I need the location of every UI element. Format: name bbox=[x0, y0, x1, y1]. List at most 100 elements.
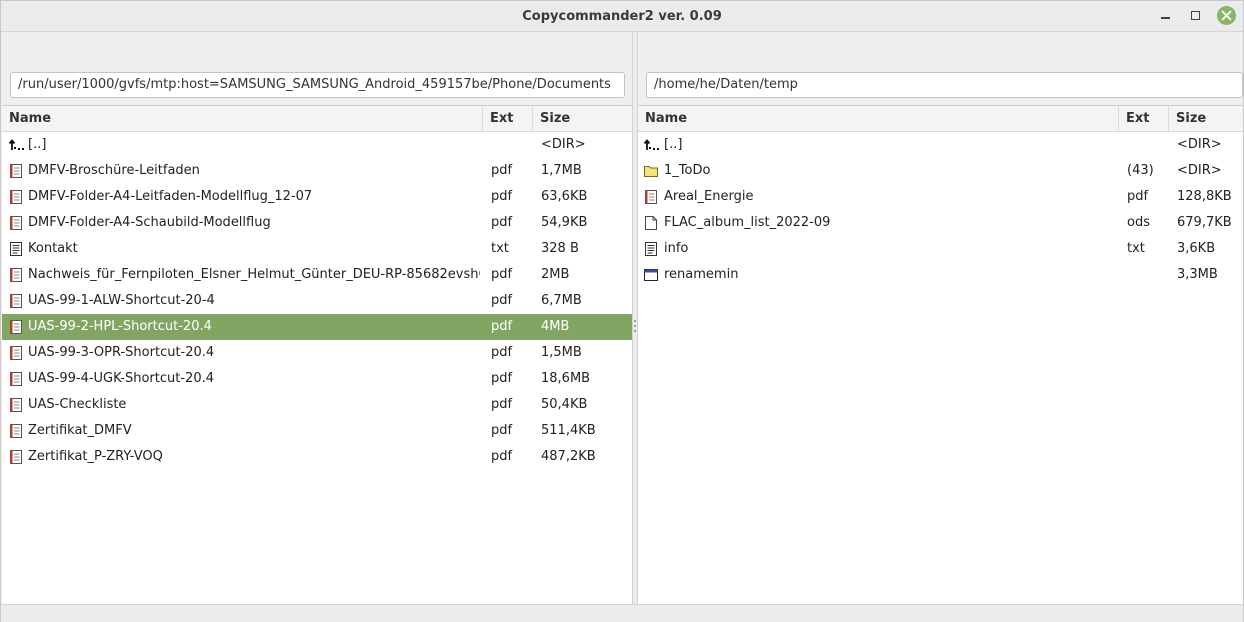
file-name: UAS-99-2-HPL-Shortcut-20.4 bbox=[28, 319, 212, 334]
file-size: 679,7KB bbox=[1177, 215, 1232, 230]
file-ext: pdf bbox=[491, 449, 513, 464]
file-name: UAS-99-1-ALW-Shortcut-20-4 bbox=[28, 293, 215, 308]
file-size: 1,7MB bbox=[541, 163, 582, 178]
file-row[interactable]: Zertifikat_P-ZRY-VOQ pdf 487,2KB bbox=[2, 444, 632, 470]
pdf-file-icon bbox=[8, 397, 24, 413]
file-row[interactable]: DMFV-Folder-A4-Schaubild-Modellflug pdf 54… bbox=[2, 210, 632, 236]
right-rows: [..] <DIR> 1_ToDo (43) <DIR> Areal_Energie pdf… bbox=[638, 132, 1243, 288]
file-ext: pdf bbox=[491, 345, 513, 360]
pdf-file-icon bbox=[643, 189, 659, 205]
file-row[interactable]: Kontakt txt 328 B bbox=[2, 236, 632, 262]
file-ext: pdf bbox=[491, 215, 513, 230]
file-size: 1,5MB bbox=[541, 345, 582, 360]
column-header-ext[interactable]: Ext bbox=[483, 106, 533, 131]
file-ext: pdf bbox=[491, 423, 513, 438]
file-name: renamemin bbox=[664, 267, 739, 282]
pdf-file-icon bbox=[8, 449, 24, 465]
file-row[interactable]: UAS-99-3-OPR-Shortcut-20.4 pdf 1,5MB bbox=[2, 340, 632, 366]
right-file-list[interactable]: Name Ext Size [..] <DIR> 1_ToDo (43) <DIR> Ar… bbox=[638, 105, 1243, 604]
file-size: 3,3MB bbox=[1177, 267, 1218, 282]
file-size: <DIR> bbox=[1177, 137, 1222, 152]
file-name: Zertifikat_P-ZRY-VOQ bbox=[28, 449, 163, 464]
pdf-file-icon bbox=[8, 345, 24, 361]
file-size: 4MB bbox=[541, 319, 570, 334]
close-icon bbox=[1221, 10, 1232, 21]
parent-dir-icon bbox=[643, 137, 659, 153]
file-ext: pdf bbox=[491, 163, 513, 178]
file-size: 50,4KB bbox=[541, 397, 588, 412]
file-size: 128,8KB bbox=[1177, 189, 1232, 204]
file-name: FLAC_album_list_2022-09 bbox=[664, 215, 831, 230]
file-ext: pdf bbox=[491, 293, 513, 308]
file-name: DMFV-Folder-A4-Schaubild-Modellflug bbox=[28, 215, 271, 230]
file-row[interactable]: Zertifikat_DMFV pdf 511,4KB bbox=[2, 418, 632, 444]
column-header-size[interactable]: Size bbox=[533, 106, 632, 131]
file-name: [..] bbox=[664, 137, 683, 152]
text-file-icon bbox=[643, 241, 659, 257]
file-size: 2MB bbox=[541, 267, 570, 282]
file-ext: pdf bbox=[491, 397, 513, 412]
generic-file-icon bbox=[643, 215, 659, 231]
parent-dir-icon bbox=[8, 137, 24, 153]
file-row[interactable]: info txt 3,6KB bbox=[638, 236, 1243, 262]
close-button[interactable] bbox=[1217, 6, 1236, 25]
file-size: 54,9KB bbox=[541, 215, 588, 230]
file-row[interactable]: Areal_Energie pdf 128,8KB bbox=[638, 184, 1243, 210]
file-row[interactable]: UAS-99-4-UGK-Shortcut-20.4 pdf 18,6MB bbox=[2, 366, 632, 392]
file-row[interactable]: FLAC_album_list_2022-09 ods 679,7KB bbox=[638, 210, 1243, 236]
column-header-ext[interactable]: Ext bbox=[1119, 106, 1169, 131]
file-ext: txt bbox=[1127, 241, 1145, 256]
file-row[interactable]: UAS-Checkliste pdf 50,4KB bbox=[2, 392, 632, 418]
executable-icon bbox=[643, 267, 659, 283]
pdf-file-icon bbox=[8, 423, 24, 439]
file-name: DMFV-Broschüre-Leitfaden bbox=[28, 163, 200, 178]
column-header-name[interactable]: Name bbox=[2, 106, 483, 131]
file-ext: pdf bbox=[491, 267, 513, 282]
file-ext: pdf bbox=[491, 319, 513, 334]
file-name: UAS-99-4-UGK-Shortcut-20.4 bbox=[28, 371, 214, 386]
file-name: Nachweis_für_Fernpiloten_Elsner_Helmut_G… bbox=[28, 267, 480, 282]
file-row[interactable]: Nachweis_für_Fernpiloten_Elsner_Helmut_G… bbox=[2, 262, 632, 288]
file-ext bbox=[1127, 132, 1167, 158]
file-size: 6,7MB bbox=[541, 293, 582, 308]
column-header-size[interactable]: Size bbox=[1169, 106, 1243, 131]
text-file-icon bbox=[8, 241, 24, 257]
file-name: UAS-Checkliste bbox=[28, 397, 127, 412]
file-name: Kontakt bbox=[28, 241, 78, 256]
file-row[interactable]: DMFV-Broschüre-Leitfaden pdf 1,7MB bbox=[2, 158, 632, 184]
file-row[interactable]: DMFV-Folder-A4-Leitfaden-Modellflug_12-0… bbox=[2, 184, 632, 210]
file-ext bbox=[1127, 262, 1167, 288]
file-size: 63,6KB bbox=[541, 189, 588, 204]
file-size: 487,2KB bbox=[541, 449, 596, 464]
file-row[interactable]: [..] <DIR> bbox=[2, 132, 632, 158]
file-row[interactable]: UAS-99-1-ALW-Shortcut-20-4 pdf 6,7MB bbox=[2, 288, 632, 314]
left-file-list[interactable]: Name Ext Size [..] <DIR> DMFV-Broschüre-Le… bbox=[2, 105, 632, 604]
splitter-grip-icon[interactable] bbox=[634, 320, 636, 334]
file-row[interactable]: [..] <DIR> bbox=[638, 132, 1243, 158]
file-size: 18,6MB bbox=[541, 371, 591, 386]
maximize-button[interactable] bbox=[1186, 6, 1206, 26]
right-list-header: Name Ext Size bbox=[638, 106, 1243, 132]
file-row[interactable]: renamemin 3,3MB bbox=[638, 262, 1243, 288]
file-size: <DIR> bbox=[541, 137, 586, 152]
minimize-button[interactable] bbox=[1156, 6, 1176, 26]
file-name: Areal_Energie bbox=[664, 189, 754, 204]
file-size: 328 B bbox=[541, 241, 579, 256]
pdf-file-icon bbox=[8, 267, 24, 283]
file-ext: (43) bbox=[1127, 163, 1154, 178]
folder-icon bbox=[643, 163, 659, 179]
left-path-input[interactable]: /run/user/1000/gvfs/mtp:host=SAMSUNG_SAM… bbox=[10, 72, 625, 98]
pdf-file-icon bbox=[8, 189, 24, 205]
file-size: 3,6KB bbox=[1177, 241, 1216, 256]
file-name: 1_ToDo bbox=[664, 163, 711, 178]
window-title: Copycommander2 ver. 0.09 bbox=[522, 9, 722, 24]
file-ext: txt bbox=[491, 241, 509, 256]
file-ext: ods bbox=[1127, 215, 1150, 230]
right-path-input[interactable]: /home/he/Daten/temp bbox=[646, 72, 1243, 98]
title-bar[interactable]: Copycommander2 ver. 0.09 bbox=[1, 1, 1243, 32]
file-ext bbox=[491, 132, 531, 158]
column-header-name[interactable]: Name bbox=[638, 106, 1119, 131]
file-size: <DIR> bbox=[1177, 163, 1222, 178]
file-row[interactable]: UAS-99-2-HPL-Shortcut-20.4 pdf 4MB bbox=[2, 314, 632, 340]
file-row[interactable]: 1_ToDo (43) <DIR> bbox=[638, 158, 1243, 184]
